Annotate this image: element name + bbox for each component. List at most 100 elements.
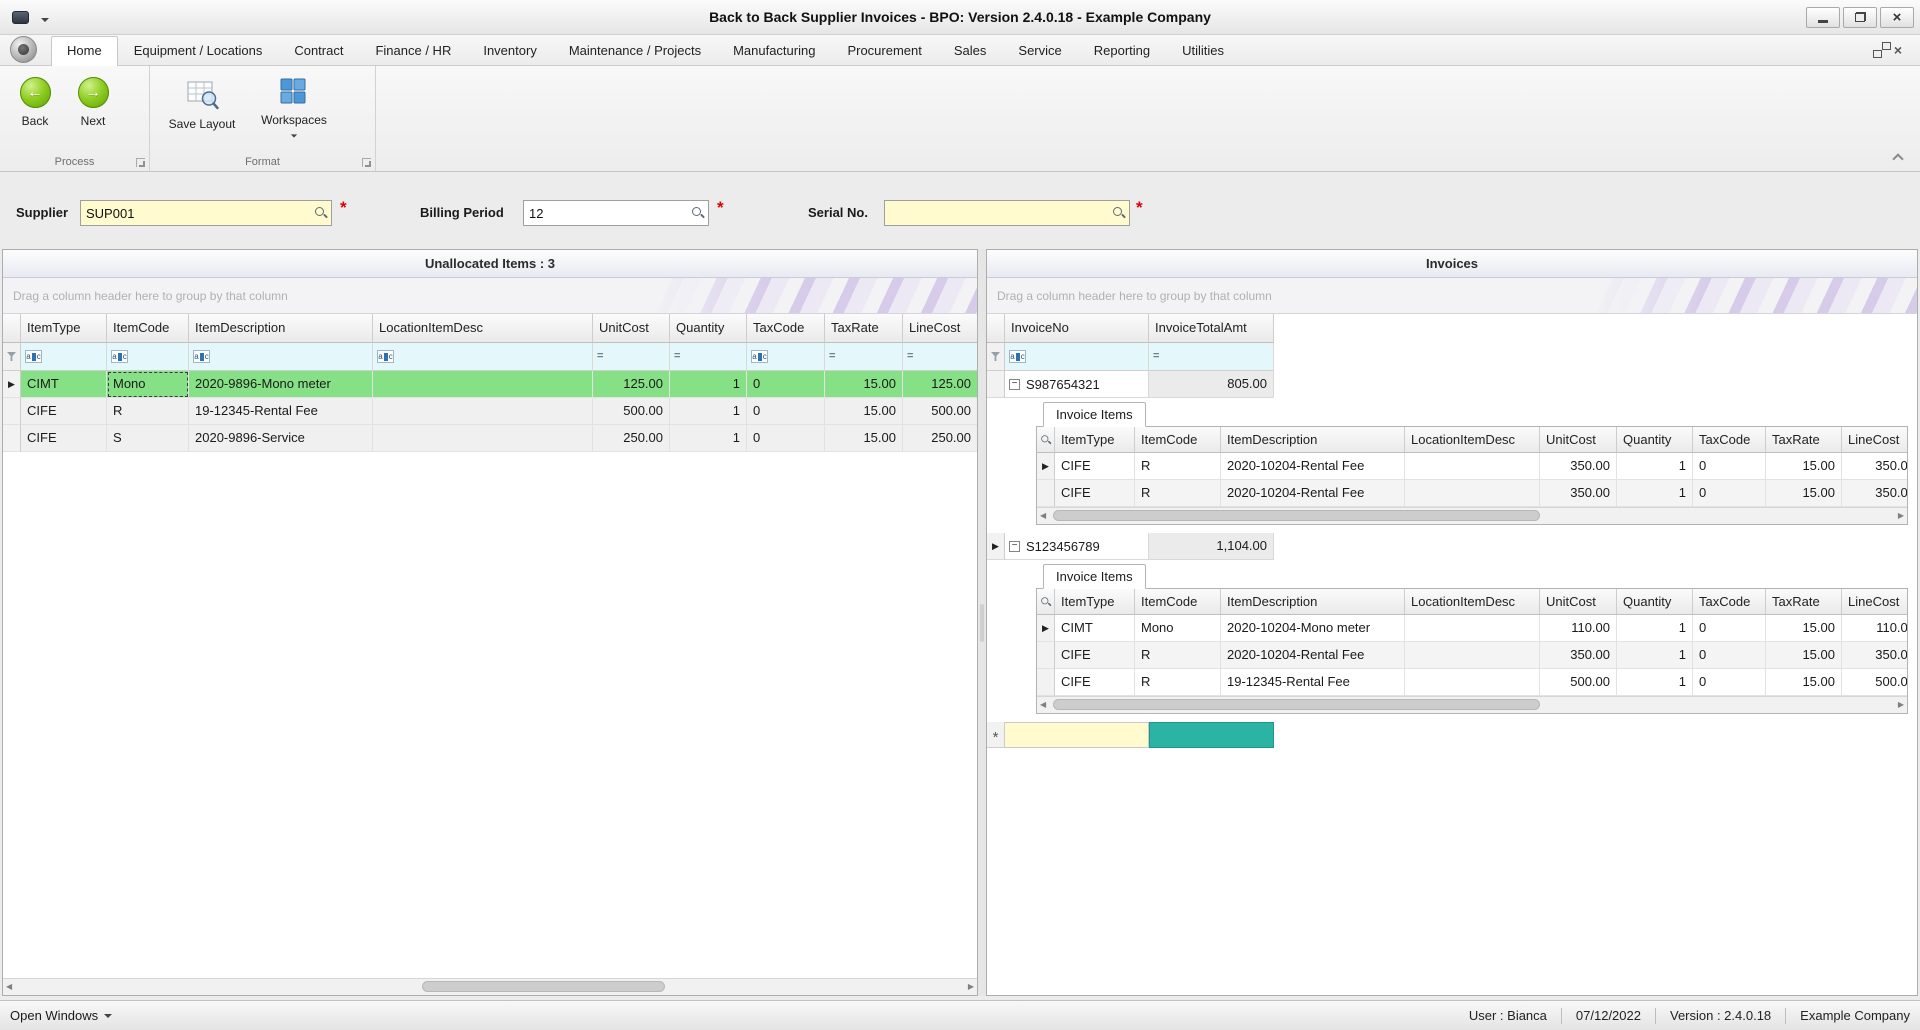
right-group-by-area[interactable]: Drag a column header here to group by th… bbox=[987, 278, 1917, 314]
cell-itemdescription[interactable]: 2020-10204-Rental Fee bbox=[1221, 480, 1405, 507]
column-header-itemcode[interactable]: ItemCode bbox=[1135, 427, 1221, 453]
column-header-itemdescription[interactable]: ItemDescription bbox=[1221, 427, 1405, 453]
tab-equipment-locations[interactable]: Equipment / Locations bbox=[118, 36, 279, 65]
nested-grid-hscrollbar[interactable]: ◀▶ bbox=[1037, 507, 1907, 524]
serial-no-lookup-icon[interactable] bbox=[1112, 206, 1126, 220]
cell-linecost[interactable]: 350.00 bbox=[1842, 453, 1908, 480]
supplier-field[interactable] bbox=[80, 200, 332, 226]
new-invoiceno-cell[interactable] bbox=[1005, 722, 1149, 748]
minimize-button[interactable] bbox=[1806, 7, 1840, 28]
cell-linecost[interactable]: 350.00 bbox=[1842, 480, 1908, 507]
cell-invoiceno[interactable]: −S123456789 bbox=[1005, 533, 1149, 560]
cell-itemtype[interactable]: CIMT bbox=[21, 371, 107, 398]
cell-quantity[interactable]: 1 bbox=[670, 398, 747, 425]
left-group-by-area[interactable]: Drag a column header here to group by th… bbox=[3, 278, 977, 314]
filter-cell-linecost[interactable]: = bbox=[903, 343, 977, 371]
cell-taxcode[interactable]: 0 bbox=[747, 425, 825, 452]
supplier-input[interactable] bbox=[84, 206, 314, 221]
tab-procurement[interactable]: Procurement bbox=[831, 36, 937, 65]
column-header-itemcode[interactable]: ItemCode bbox=[1135, 589, 1221, 615]
column-header-itemtype[interactable]: ItemType bbox=[1055, 589, 1135, 615]
column-header-itemdescription[interactable]: ItemDescription bbox=[1221, 589, 1405, 615]
column-header-unitcost[interactable]: UnitCost bbox=[1540, 589, 1617, 615]
cell-taxrate[interactable]: 15.00 bbox=[1766, 642, 1842, 669]
cell-taxcode[interactable]: 0 bbox=[747, 371, 825, 398]
cell-invoiceno[interactable]: −S987654321 bbox=[1005, 371, 1149, 398]
cell-itemcode[interactable]: Mono bbox=[107, 371, 189, 398]
cell-locationitemdesc[interactable] bbox=[1405, 642, 1540, 669]
column-header-itemtype[interactable]: ItemType bbox=[21, 314, 107, 343]
column-header-locationitemdesc[interactable]: LocationItemDesc bbox=[1405, 589, 1540, 615]
serial-no-field[interactable] bbox=[884, 200, 1130, 226]
cell-itemtype[interactable]: CIFE bbox=[21, 425, 107, 452]
workspaces-button[interactable]: Workspaces bbox=[250, 74, 338, 152]
scrollbar-thumb[interactable] bbox=[1053, 699, 1540, 710]
filter-cell-invoicetotalamt[interactable]: = bbox=[1149, 343, 1274, 371]
cell-itemcode[interactable]: R bbox=[1135, 453, 1221, 480]
cell-itemcode[interactable]: Mono bbox=[1135, 615, 1221, 642]
mdi-close-button[interactable]: × bbox=[1894, 43, 1902, 58]
cell-quantity[interactable]: 1 bbox=[1617, 480, 1693, 507]
cell-quantity[interactable]: 1 bbox=[1617, 642, 1693, 669]
next-button[interactable]: → Next bbox=[66, 74, 120, 152]
column-header-taxcode[interactable]: TaxCode bbox=[1693, 589, 1766, 615]
cell-taxrate[interactable]: 15.00 bbox=[1766, 615, 1842, 642]
column-header-quantity[interactable]: Quantity bbox=[1617, 589, 1693, 615]
unallocated-item-row[interactable]: CIFES2020-9896-Service250.001015.00250.0… bbox=[3, 425, 977, 452]
cell-locationitemdesc[interactable] bbox=[1405, 669, 1540, 696]
cell-unitcost[interactable]: 250.00 bbox=[593, 425, 670, 452]
dialog-launcher-icon[interactable] bbox=[362, 158, 371, 167]
cell-linecost[interactable]: 110.00 bbox=[1842, 615, 1908, 642]
invoice-item-row[interactable]: CIFER19-12345-Rental Fee500.001015.00500… bbox=[1037, 669, 1908, 696]
cell-quantity[interactable]: 1 bbox=[1617, 453, 1693, 480]
panel-splitter[interactable] bbox=[978, 249, 986, 996]
tab-manufacturing[interactable]: Manufacturing bbox=[717, 36, 831, 65]
cell-taxrate[interactable]: 15.00 bbox=[825, 371, 903, 398]
open-windows-button[interactable]: Open Windows bbox=[10, 1008, 112, 1023]
filter-cell-invoiceno[interactable]: ac bbox=[1005, 343, 1149, 371]
cell-linecost[interactable]: 500.00 bbox=[903, 398, 977, 425]
scrollbar-thumb[interactable] bbox=[1053, 510, 1540, 521]
cell-unitcost[interactable]: 110.00 bbox=[1540, 615, 1617, 642]
cell-locationitemdesc[interactable] bbox=[1405, 453, 1540, 480]
cell-unitcost[interactable]: 350.00 bbox=[1540, 642, 1617, 669]
invoice-master-row[interactable]: −S987654321805.00 bbox=[987, 371, 1274, 398]
cell-unitcost[interactable]: 125.00 bbox=[593, 371, 670, 398]
scroll-left-icon[interactable]: ◀ bbox=[1040, 512, 1046, 520]
cell-taxcode[interactable]: 0 bbox=[1693, 642, 1766, 669]
column-header-taxrate[interactable]: TaxRate bbox=[1766, 427, 1842, 453]
cell-taxrate[interactable]: 15.00 bbox=[825, 398, 903, 425]
cell-unitcost[interactable]: 350.00 bbox=[1540, 480, 1617, 507]
serial-no-input[interactable] bbox=[888, 206, 1112, 221]
cell-invoicetotalamt[interactable]: 805.00 bbox=[1149, 371, 1274, 398]
cell-itemdescription[interactable]: 2020-10204-Mono meter bbox=[1221, 615, 1405, 642]
unallocated-item-row[interactable]: CIFER19-12345-Rental Fee500.001015.00500… bbox=[3, 398, 977, 425]
app-icon[interactable] bbox=[12, 11, 29, 24]
cell-itemtype[interactable]: CIMT bbox=[1055, 615, 1135, 642]
filter-cell-itemtype[interactable]: ac bbox=[21, 343, 107, 371]
cell-linecost[interactable]: 250.00 bbox=[903, 425, 977, 452]
column-header-taxcode[interactable]: TaxCode bbox=[747, 314, 825, 343]
tab-sales[interactable]: Sales bbox=[938, 36, 1003, 65]
cell-itemtype[interactable]: CIFE bbox=[1055, 453, 1135, 480]
tab-contract[interactable]: Contract bbox=[278, 36, 359, 65]
billing-period-lookup-icon[interactable] bbox=[691, 206, 705, 220]
left-grid-hscrollbar[interactable]: ◀ ▶ bbox=[3, 978, 977, 995]
cell-itemtype[interactable]: CIFE bbox=[1055, 669, 1135, 696]
cell-unitcost[interactable]: 500.00 bbox=[1540, 669, 1617, 696]
cell-itemdescription[interactable]: 2020-9896-Mono meter bbox=[189, 371, 373, 398]
cell-locationitemdesc[interactable] bbox=[373, 425, 593, 452]
billing-period-field[interactable] bbox=[523, 200, 709, 226]
column-header-invoicetotalamt[interactable]: InvoiceTotalAmt bbox=[1149, 314, 1274, 343]
cell-itemcode[interactable]: S bbox=[107, 425, 189, 452]
cell-quantity[interactable]: 1 bbox=[670, 371, 747, 398]
invoice-item-row[interactable]: CIFER2020-10204-Rental Fee350.001015.003… bbox=[1037, 642, 1908, 669]
cell-linecost[interactable]: 500.00 bbox=[1842, 669, 1908, 696]
cell-taxcode[interactable]: 0 bbox=[1693, 453, 1766, 480]
cell-itemcode[interactable]: R bbox=[1135, 642, 1221, 669]
cell-itemtype[interactable]: CIFE bbox=[1055, 480, 1135, 507]
cell-locationitemdesc[interactable] bbox=[373, 371, 593, 398]
invoice-items-tab[interactable]: Invoice Items bbox=[1043, 564, 1146, 589]
cell-itemtype[interactable]: CIFE bbox=[21, 398, 107, 425]
nested-grid-hscrollbar[interactable]: ◀▶ bbox=[1037, 696, 1907, 713]
